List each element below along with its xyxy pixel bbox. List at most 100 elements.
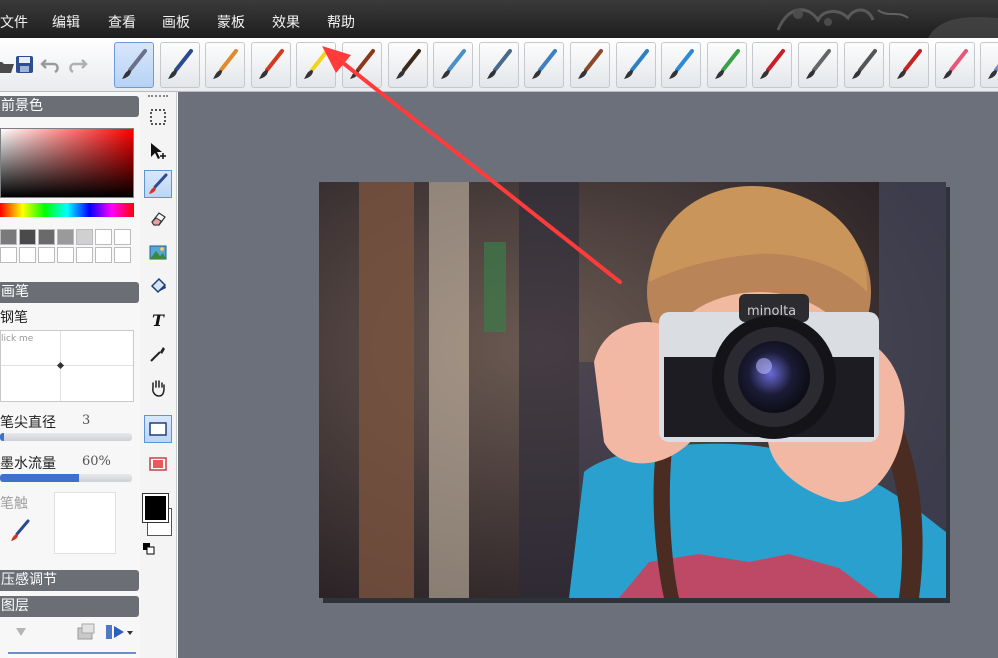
canvas-area[interactable]: minolta [178,92,998,658]
tip-diameter-label: 笔尖直径 [0,415,56,431]
foreground-color-header[interactable]: 前景色 [0,96,139,117]
eyedropper-icon [150,347,165,362]
hue-slider[interactable] [0,203,134,217]
color-swatch[interactable] [19,229,36,245]
color-swatch[interactable] [57,247,74,263]
photo-image[interactable]: minolta [319,182,946,598]
brush-button-paint-brush[interactable] [342,42,382,88]
svg-text:T: T [152,311,165,330]
brush-touch-icon[interactable] [8,519,32,543]
select-rect-tool[interactable] [144,103,172,131]
layers-header[interactable]: 图层 [0,596,139,617]
color-swatch[interactable] [0,247,17,263]
fill-rect-tool[interactable] [144,450,172,478]
hand-tool[interactable] [144,374,172,402]
color-swatch[interactable] [19,247,36,263]
brush-button-wet-brush[interactable] [570,42,610,88]
brush-button-watercolor-brush[interactable] [616,42,656,88]
texture-brush-2-icon [852,49,877,79]
move-tool[interactable] [144,137,172,165]
brush-button-ink-pen[interactable] [160,42,200,88]
left-panel: 前景色 画笔 钢笔 lick me 笔尖直径 3 墨水流量 60% 笔触 压感调… [0,92,140,658]
ink-flow-value: 60% [82,454,111,469]
brush-tool[interactable] [144,170,172,198]
crosshair-horizontal [1,365,133,366]
brush-button-spray-can[interactable] [479,42,519,88]
layer-item[interactable] [8,652,136,658]
fill-tool[interactable] [144,272,172,300]
menu-help[interactable]: 帮助 [327,12,355,32]
brush-button-flower-brush[interactable] [752,42,792,88]
color-swatch[interactable] [38,229,55,245]
menu-view[interactable]: 查看 [108,12,136,32]
ink-flow-fill [0,474,80,482]
texture-brush-1-icon [806,49,831,79]
color-swatch[interactable] [76,247,93,263]
brush-button-calligraphy-pen[interactable] [114,42,154,88]
menu-effects[interactable]: 效果 [272,12,300,32]
brush-button-texture-brush-2[interactable] [844,42,884,88]
fan-brush-icon [532,49,557,79]
brush-button-oil-brush[interactable] [388,42,428,88]
image-tool[interactable] [144,238,172,266]
brush-button-fan-brush[interactable] [524,42,564,88]
color-swatch[interactable] [114,229,131,245]
ink-flow-slider[interactable] [0,474,132,482]
select-rect-icon [150,109,166,125]
brush-button-pencil[interactable] [205,42,245,88]
brush-preview-pad[interactable]: lick me [0,330,134,402]
color-swatch[interactable] [95,247,112,263]
new-layer-icon[interactable] [76,623,96,641]
paint-brush-icon [350,49,375,79]
color-swatch[interactable] [0,229,17,245]
watercolor-brush-icon [624,49,649,79]
color-swatch[interactable] [57,229,74,245]
ornament-icon [776,8,998,38]
redo-icon[interactable] [66,54,88,76]
undo-icon[interactable] [40,54,62,76]
eraser-tool[interactable] [144,204,172,232]
brush-button-texture-brush-1[interactable] [798,42,838,88]
image-tool-icon [149,245,167,260]
pencil-icon [213,49,238,79]
brush-button-grass-brush[interactable] [707,42,747,88]
eyedropper-tool[interactable] [144,340,172,368]
brush-button-eraser-pink[interactable] [935,42,975,88]
rect-shape-tool[interactable] [144,415,172,443]
layer-merge-icon[interactable] [104,622,134,642]
grass-brush-icon [715,49,740,79]
color-swatch[interactable] [38,247,55,263]
foreground-color-swatch[interactable] [142,493,169,523]
pressure-header[interactable]: 压感调节 [0,570,139,591]
swap-colors-icon[interactable] [143,543,155,555]
menu-edit[interactable]: 编辑 [52,12,80,32]
brush-button-crayon[interactable] [251,42,291,88]
save-icon[interactable] [14,54,36,76]
brush-button-highlighter[interactable] [296,42,336,88]
spray-can-icon [487,49,512,79]
tip-diameter-fill [0,433,4,441]
brush-button-stamp-tool[interactable] [889,42,929,88]
color-picker-field[interactable] [0,128,134,198]
tip-diameter-slider[interactable] [0,433,132,441]
wet-brush-icon [578,49,603,79]
menu-canvas[interactable]: 画板 [162,12,190,32]
text-tool[interactable]: T [144,306,172,334]
color-swatches [0,229,134,265]
hand-icon [152,380,165,397]
move-icon [151,143,166,159]
brush-header[interactable]: 画笔 [0,282,139,303]
menu-file[interactable]: 文件 [0,12,28,32]
color-swatch[interactable] [114,247,131,263]
rect-shape-icon [149,422,167,436]
color-swatch[interactable] [95,229,112,245]
brush-button-blur-tool[interactable] [661,42,701,88]
brush-button-eraser-blue[interactable] [980,42,998,88]
color-swatch[interactable] [76,229,93,245]
brush-name: 钢笔 [0,310,28,326]
layer-down-icon[interactable] [14,626,28,638]
menu-mask[interactable]: 蒙板 [217,12,245,32]
brush-touch-preview[interactable] [54,492,116,554]
text-tool-icon: T [152,311,165,330]
brush-button-air-brush[interactable] [433,42,473,88]
